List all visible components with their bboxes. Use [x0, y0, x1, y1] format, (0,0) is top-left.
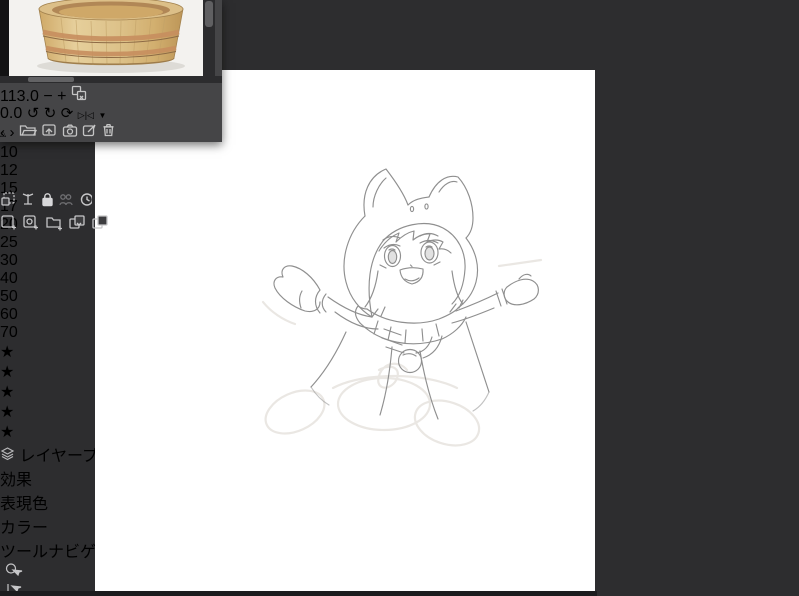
flip-horizontal-icon[interactable]: ▷|◁ [78, 110, 94, 120]
canvas-bottom-bar [0, 591, 597, 596]
subview-reference-image[interactable] [9, 0, 203, 76]
effect-label: 効果 [0, 472, 33, 489]
zoom-in-button[interactable]: + [57, 88, 66, 105]
duplicate-layer-icon[interactable] [91, 215, 109, 235]
trash-icon[interactable] [102, 124, 115, 141]
new-raster-layer-icon[interactable] [0, 215, 18, 235]
brush-size-label: 50 [0, 288, 18, 305]
subview-controls: 113.0 − + 0.0 ↺ ↻ ⟳ ▷|◁ ▼ △ ‹ › [0, 83, 222, 142]
next-image-icon[interactable]: › [9, 124, 14, 141]
previous-image-icon[interactable]: ‹ [0, 124, 5, 141]
clip-to-layer-icon[interactable] [0, 192, 16, 211]
subview-panel: 113.0 − + 0.0 ↺ ↻ ⟳ ▷|◁ ▼ △ ‹ › [0, 0, 222, 142]
subview-horizontal-scrollbar[interactable] [0, 76, 222, 83]
rotate-right-icon[interactable]: ↻ [44, 105, 57, 122]
expression-color-label: 表現色 [0, 496, 49, 513]
transfer-layer-icon[interactable] [68, 215, 86, 235]
new-vector-layer-icon[interactable] [22, 215, 40, 235]
zoom-out-button[interactable]: − [43, 88, 52, 105]
new-folder-icon[interactable] [45, 217, 64, 235]
edit-color-icon[interactable] [82, 124, 97, 141]
drawing-canvas[interactable] [95, 70, 595, 591]
camera-icon[interactable] [62, 124, 78, 141]
lock-icon[interactable] [41, 193, 54, 211]
ruler-icon[interactable] [20, 193, 36, 211]
subview-pan-gutter [0, 0, 9, 76]
rotation-value: 0.0 [0, 105, 23, 122]
brush-size-label: 10 [0, 144, 18, 161]
layer-toolbar-2 [0, 214, 116, 238]
brush-size-label: 70 [0, 324, 18, 341]
subview-vertical-scrollbar[interactable] [203, 0, 215, 76]
rotate-left-icon[interactable]: ↺ [27, 105, 40, 122]
subview-switch-icon[interactable] [71, 85, 87, 105]
character-sketch [261, 168, 543, 447]
layer-toolbar-1 [0, 191, 116, 213]
bucket-photo [9, 0, 203, 76]
brush-size-label: 30 [0, 252, 18, 269]
layer-property-icon [0, 447, 15, 465]
reset-rotation-icon[interactable]: ⟳ [61, 105, 74, 122]
clip-studio-workspace: 113.0 − + 0.0 ↺ ↻ ⟳ ▷|◁ ▼ △ ‹ › 10 12 15… [0, 0, 799, 596]
partial-toolbar-icon[interactable] [78, 193, 94, 211]
zoom-value: 113.0 [0, 88, 39, 105]
open-folder-icon[interactable] [19, 124, 37, 141]
brush-size-label: 40 [0, 270, 18, 287]
brush-size-label: 12 [0, 162, 18, 179]
reference-layer-icon-dim[interactable] [58, 194, 74, 211]
expression-color-value: カラー [0, 520, 49, 537]
brush-size-label: 60 [0, 306, 18, 323]
import-image-icon[interactable] [41, 124, 57, 141]
